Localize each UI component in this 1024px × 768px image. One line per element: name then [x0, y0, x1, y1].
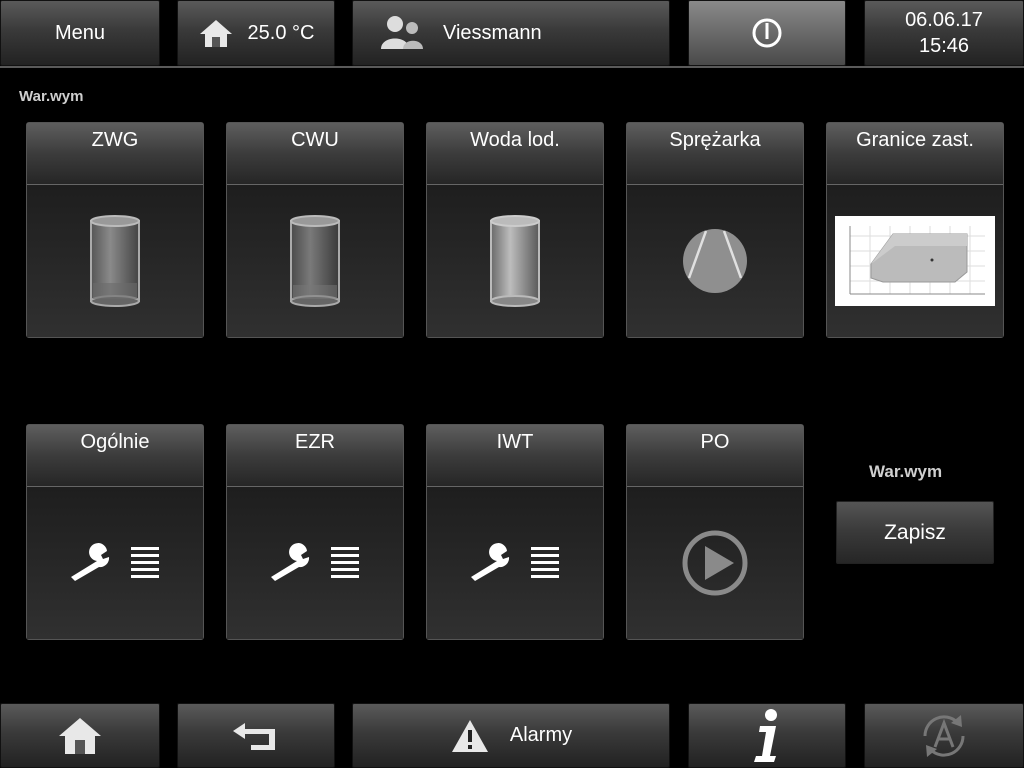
tile-label: Sprężarka	[627, 123, 803, 185]
temperature-value: 25.0 °C	[247, 21, 315, 44]
auto-mode-icon	[917, 709, 971, 763]
tile-label: Ogólnie	[27, 425, 203, 487]
tile-woda-lod[interactable]: Woda lod.	[426, 122, 604, 338]
cylinder-tank-icon	[487, 213, 543, 309]
tile-ogolnie[interactable]: Ogólnie	[26, 424, 204, 640]
tile-sprezarka[interactable]: Sprężarka	[626, 122, 804, 338]
user-button[interactable]: Viessmann	[352, 0, 670, 66]
tile-label: Woda lod.	[427, 123, 603, 185]
menu-button[interactable]: Menu	[0, 0, 160, 66]
save-panel-title: War.wym	[869, 462, 943, 481]
info-icon	[750, 708, 784, 764]
power-button[interactable]	[688, 0, 846, 66]
tile-iwt[interactable]: IWT	[426, 424, 604, 640]
tile-ezr[interactable]: EZR	[226, 424, 404, 640]
wrench-list-icon	[67, 543, 163, 583]
info-button[interactable]	[688, 703, 846, 768]
wrench-list-icon	[267, 543, 363, 583]
tile-label: CWU	[227, 123, 403, 185]
power-icon	[750, 16, 784, 50]
warning-icon	[450, 718, 490, 754]
datetime-display[interactable]: 06.06.17 15:46	[864, 0, 1024, 66]
alarms-button[interactable]: Alarmy	[352, 703, 670, 768]
envelope-chart-icon	[835, 216, 995, 306]
auto-mode-button[interactable]	[864, 703, 1024, 768]
play-circle-icon	[680, 528, 750, 598]
save-button[interactable]: Zapisz	[836, 501, 994, 564]
time-value: 15:46	[918, 35, 970, 57]
tile-cwu[interactable]: CWU	[226, 122, 404, 338]
users-icon	[381, 15, 423, 51]
tile-po[interactable]: PO	[626, 424, 804, 640]
alarms-label: Alarmy	[509, 724, 573, 746]
date-value: 06.06.17	[905, 9, 983, 31]
tile-label: Granice zast.	[827, 123, 1003, 185]
back-button[interactable]	[177, 703, 335, 768]
home-icon	[198, 18, 234, 48]
tile-label: PO	[627, 425, 803, 487]
tile-granice-zast[interactable]: Granice zast.	[826, 122, 1004, 338]
back-arrow-icon	[231, 721, 281, 751]
home-button[interactable]	[0, 703, 160, 768]
cylinder-tank-icon	[87, 213, 143, 309]
save-button-label: Zapisz	[884, 520, 946, 544]
temperature-button[interactable]: 25.0 °C	[177, 0, 335, 66]
tile-label: ZWG	[27, 123, 203, 185]
menu-label: Menu	[54, 21, 106, 44]
tile-zwg[interactable]: ZWG	[26, 122, 204, 338]
cylinder-tank-icon	[287, 213, 343, 309]
top-divider	[0, 66, 1024, 68]
user-name: Viessmann	[443, 21, 542, 44]
tile-label: IWT	[427, 425, 603, 487]
home-icon	[57, 716, 103, 756]
compressor-icon	[680, 226, 750, 296]
tile-label: EZR	[227, 425, 403, 487]
section-title: War.wym	[19, 88, 84, 105]
wrench-list-icon	[467, 543, 563, 583]
